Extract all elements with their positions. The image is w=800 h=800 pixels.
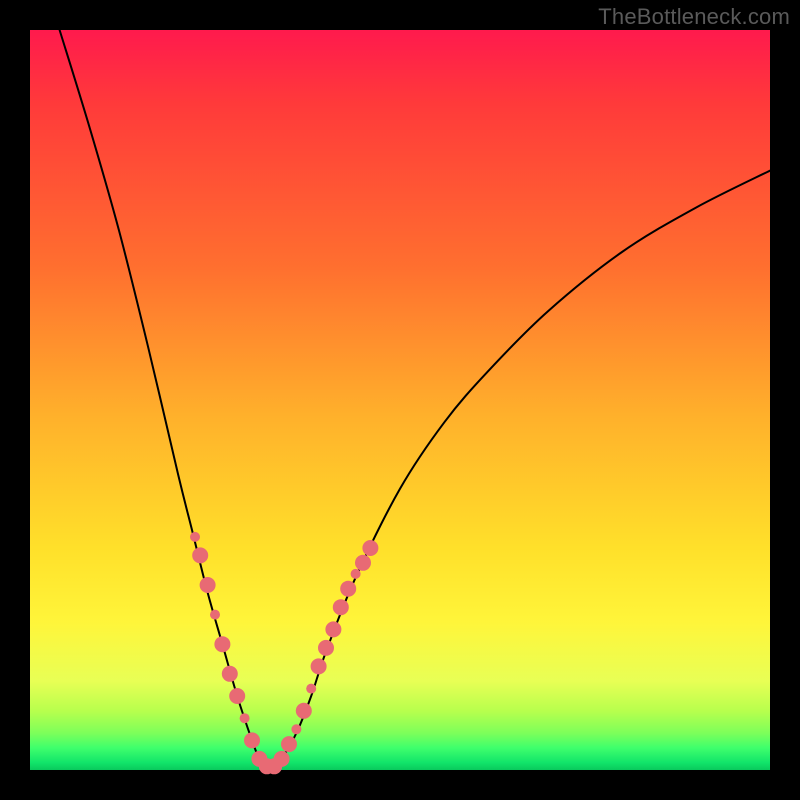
marker-dot-small xyxy=(210,610,220,620)
marker-dot-small xyxy=(240,713,250,723)
marker-dot xyxy=(296,703,312,719)
marker-dot-small xyxy=(306,684,316,694)
marker-dot xyxy=(200,577,216,593)
marker-dot xyxy=(214,636,230,652)
marker-dot xyxy=(325,621,341,637)
bottleneck-curve xyxy=(60,30,770,767)
marker-dot xyxy=(340,581,356,597)
chart-svg xyxy=(30,30,770,770)
marker-dot xyxy=(355,555,371,571)
marker-dot-small xyxy=(351,569,361,579)
marker-dot-small xyxy=(291,724,301,734)
marker-dot xyxy=(281,736,297,752)
marker-dot xyxy=(244,732,260,748)
watermark-text: TheBottleneck.com xyxy=(598,4,790,30)
marker-dot xyxy=(311,658,327,674)
plot-area xyxy=(30,30,770,770)
marker-dot xyxy=(222,666,238,682)
marker-dot xyxy=(229,688,245,704)
marker-dot xyxy=(274,751,290,767)
marker-dot xyxy=(318,640,334,656)
marker-dot xyxy=(192,547,208,563)
chart-frame: TheBottleneck.com xyxy=(0,0,800,800)
marker-dot xyxy=(333,599,349,615)
marker-group-major xyxy=(192,540,378,774)
marker-dot xyxy=(362,540,378,556)
marker-dot-small xyxy=(190,532,200,542)
